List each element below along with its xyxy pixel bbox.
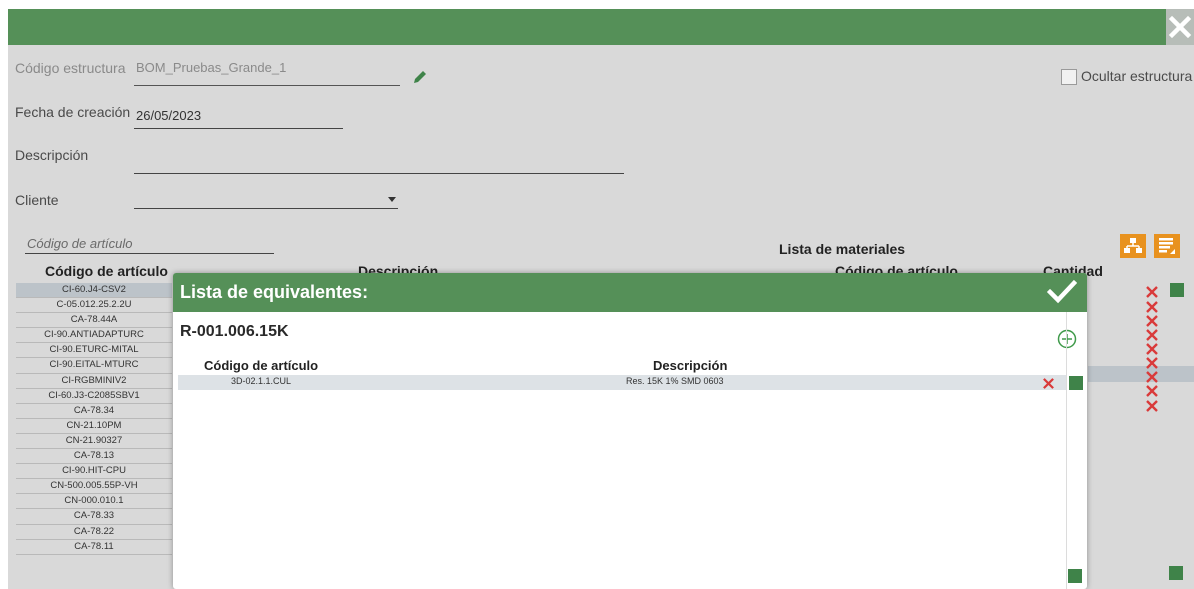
list-item[interactable]: CA-78.33 (16, 509, 172, 525)
title-bar (8, 9, 1194, 45)
hide-structure-checkbox[interactable] (1061, 69, 1077, 85)
list-item[interactable]: CN-21.10PM (16, 419, 172, 434)
list-item[interactable]: CI-60.J3-C2085SBV1 (16, 389, 172, 404)
modal-description-header: Descripción (653, 358, 728, 373)
list-item[interactable]: CA-78.13 (16, 449, 172, 465)
delete-icon[interactable] (1145, 356, 1159, 370)
code-underline (134, 85, 400, 86)
equivalents-button[interactable] (1170, 283, 1184, 297)
article-code-search-input[interactable] (25, 233, 274, 254)
client-underline (134, 208, 398, 209)
equivalent-code-cell: 3D-02.1.1.CUL (231, 376, 292, 386)
add-material-button[interactable] (1169, 566, 1183, 580)
list-item[interactable]: CI-90.EITAL-MTURC (16, 358, 172, 374)
list-item[interactable]: CA-78.34 (16, 404, 172, 419)
chevron-down-icon[interactable] (388, 197, 396, 202)
modal-code-header: Código de artículo (204, 358, 319, 373)
list-item[interactable]: CI-90.ANTIADAPTURC (16, 328, 172, 344)
modal-scroll-divider (1066, 312, 1067, 589)
delete-icon[interactable] (1145, 342, 1159, 356)
date-field[interactable]: 26/05/2023 (136, 108, 201, 123)
check-icon[interactable] (1047, 279, 1077, 305)
list-item[interactable]: CN-500.005.55P-VH (16, 479, 172, 495)
close-button[interactable] (1166, 9, 1194, 45)
code-label: Código estructura (15, 60, 126, 76)
delete-icon[interactable] (1145, 328, 1159, 342)
tree-structure-button[interactable] (1120, 234, 1146, 258)
document-list-button[interactable] (1154, 234, 1180, 258)
modal-add-button[interactable] (1068, 569, 1082, 583)
delete-icon[interactable] (1145, 314, 1159, 328)
equivalent-description-cell: Res. 15K 1% SMD 0603 (626, 376, 724, 386)
list-item[interactable]: CA-78.22 (16, 525, 172, 540)
left-list-header: Código de artículo (45, 263, 168, 279)
equivalents-modal: Lista de equivalentes: R-001.006.15K Cód… (173, 273, 1087, 589)
document-lines-icon (1159, 238, 1175, 254)
modal-title: Lista de equivalentes: (180, 282, 369, 302)
delete-icon[interactable] (1145, 300, 1159, 314)
sitemap-icon (1124, 238, 1142, 253)
date-underline (134, 128, 343, 129)
close-icon (1168, 15, 1192, 39)
equivalent-action-button[interactable] (1069, 376, 1083, 390)
delete-icon[interactable] (1145, 399, 1159, 413)
description-field[interactable] (136, 149, 624, 173)
delete-icon[interactable] (1042, 377, 1055, 390)
table-row[interactable]: 3D-02.1.1.CUL Res. 15K 1% SMD 0603 (178, 375, 1066, 390)
description-underline (134, 173, 624, 174)
list-item[interactable]: CA-78.44A (16, 313, 172, 329)
list-item[interactable]: CI-90.HIT-CPU (16, 464, 172, 480)
code-field[interactable]: BOM_Pruebas_Grande_1 (136, 60, 286, 75)
list-item[interactable]: CI-60.J4-CSV2 (16, 283, 172, 299)
add-circle-icon[interactable] (1057, 329, 1077, 349)
delete-icon[interactable] (1145, 285, 1159, 299)
list-item[interactable]: CN-21.90327 (16, 434, 172, 450)
list-item[interactable]: C-05.012.25.2.2U (16, 298, 172, 314)
selected-row-highlight (1088, 366, 1194, 382)
article-list: CI-60.J4-CSV2 C-05.012.25.2.2U CA-78.44A… (16, 283, 172, 555)
delete-icon[interactable] (1145, 370, 1159, 384)
date-label: Fecha de creación (15, 104, 131, 120)
pencil-icon[interactable] (413, 70, 427, 84)
list-item[interactable]: CA-78.11 (16, 540, 172, 555)
list-item[interactable]: CI-90.ETURC-MITAL (16, 343, 172, 359)
materials-list-title: Lista de materiales (779, 241, 906, 257)
modal-article-code: R-001.006.15K (180, 323, 289, 340)
description-label: Descripción (15, 147, 89, 163)
list-item[interactable]: CI-RGBMINIV2 (16, 374, 172, 389)
hide-structure-label: Ocultar estructura (1081, 68, 1193, 84)
client-label: Cliente (15, 192, 59, 208)
delete-icon[interactable] (1145, 384, 1159, 398)
client-select[interactable] (136, 192, 398, 208)
modal-header: Lista de equivalentes: (173, 273, 1087, 312)
list-item[interactable]: CN-000.010.1 (16, 494, 172, 510)
